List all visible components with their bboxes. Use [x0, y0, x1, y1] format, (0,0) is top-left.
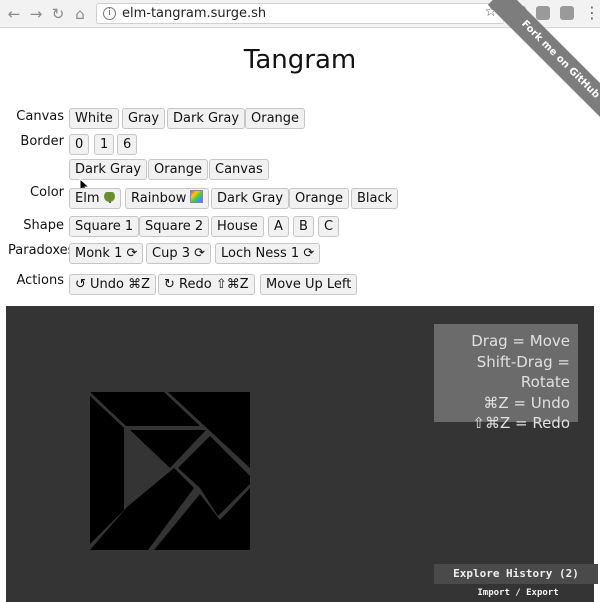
shape-c-button[interactable]: C	[318, 216, 340, 237]
redo-button[interactable]: ↻ Redo ⇧⌘Z	[158, 274, 255, 295]
border-1-button[interactable]: 1	[94, 134, 115, 155]
rainbow-icon	[190, 190, 204, 203]
color-dark-gray-button[interactable]: Dark Gray	[211, 188, 290, 209]
border-dark-gray-button[interactable]: Dark Gray	[69, 159, 148, 180]
import-export-link[interactable]: Import / Export	[458, 588, 578, 598]
refresh-icon: ⟳	[303, 246, 315, 261]
undo-button[interactable]: ↺ Undo ⌘Z	[69, 274, 157, 295]
border-0-button[interactable]: 0	[69, 134, 90, 155]
color-black-button[interactable]: Black	[351, 188, 399, 209]
url-text[interactable]: elm-tangram.surge.sh	[122, 6, 266, 21]
color-elm-label: Elm	[75, 191, 100, 206]
paradox-monk-1-button[interactable]: Monk 1 ⟳	[69, 243, 144, 264]
reload-icon[interactable]: ↻	[48, 4, 68, 24]
help-undo: ⌘Z = Undo	[483, 393, 570, 412]
undo-label: Undo ⌘Z	[90, 277, 151, 292]
shape-square-1-button[interactable]: Square 1	[69, 216, 140, 237]
actions-label: Actions	[16, 273, 65, 288]
paradox-cup-3-label: Cup 3	[152, 246, 190, 261]
move-up-left-button[interactable]: Move Up Left	[260, 274, 358, 295]
canvas-orange-button[interactable]: Orange	[245, 108, 306, 129]
shape-a-button[interactable]: A	[268, 216, 289, 237]
refresh-icon: ⟳	[194, 246, 206, 261]
canvas-dark-gray-button[interactable]: Dark Gray	[167, 108, 246, 129]
help-panel: Drag = Move Shift-Drag = Rotate ⌘Z = Und…	[434, 324, 578, 432]
shape-b-button[interactable]: B	[293, 216, 314, 237]
help-drag: Drag = Move	[471, 332, 570, 350]
home-icon[interactable]: ⌂	[70, 4, 90, 24]
paradox-loch-ness-1-label: Loch Ness 1	[221, 246, 300, 261]
border-label: Border	[20, 134, 64, 149]
paradox-monk-1-label: Monk 1	[75, 246, 123, 261]
extension-icon[interactable]	[536, 6, 550, 20]
color-rainbow-label: Rainbow	[131, 191, 187, 206]
explore-history-button[interactable]: Explore History (2)	[434, 564, 598, 584]
border-orange-button[interactable]: Orange	[148, 159, 209, 180]
undo-icon: ↺	[75, 277, 86, 292]
canvas-gray-button[interactable]: Gray	[122, 108, 166, 129]
forward-icon[interactable]: →	[26, 4, 46, 24]
paradox-cup-3-button[interactable]: Cup 3 ⟳	[146, 243, 212, 264]
refresh-icon: ⟳	[126, 246, 138, 261]
help-shift-drag: Shift-Drag = Rotate	[476, 352, 570, 392]
help-redo: ⇧⌘Z = Redo	[472, 414, 570, 432]
shape-square-2-button[interactable]: Square 2	[139, 216, 210, 237]
info-icon[interactable]: i	[103, 7, 116, 20]
address-bar[interactable]: i elm-tangram.surge.sh ☆	[96, 3, 504, 24]
tree-icon	[103, 192, 115, 203]
tangram-puzzle[interactable]	[90, 392, 250, 550]
canvas-white-button[interactable]: White	[69, 108, 119, 129]
back-icon[interactable]: ←	[4, 4, 24, 24]
border-canvas-button[interactable]: Canvas	[209, 159, 269, 180]
color-rainbow-button[interactable]: Rainbow	[125, 188, 210, 209]
shape-label: Shape	[23, 218, 64, 233]
shape-house-button[interactable]: House	[211, 216, 264, 237]
redo-icon: ↻	[164, 277, 175, 292]
tangram-canvas[interactable]: Drag = Move Shift-Drag = Rotate ⌘Z = Und…	[6, 306, 598, 602]
canvas-label: Canvas	[16, 109, 64, 124]
color-label: Color	[30, 185, 64, 200]
color-elm-button[interactable]: Elm	[69, 188, 121, 209]
page-title: Tangram	[243, 45, 357, 75]
color-orange-button[interactable]: Orange	[289, 188, 350, 209]
paradox-loch-ness-1-button[interactable]: Loch Ness 1 ⟳	[215, 243, 321, 264]
border-6-button[interactable]: 6	[117, 134, 138, 155]
extension-icon[interactable]	[560, 6, 574, 20]
redo-label: Redo ⇧⌘Z	[179, 277, 249, 292]
paradoxes-label: Paradoxes	[8, 243, 75, 258]
menu-icon[interactable]: ⋮	[584, 2, 600, 24]
